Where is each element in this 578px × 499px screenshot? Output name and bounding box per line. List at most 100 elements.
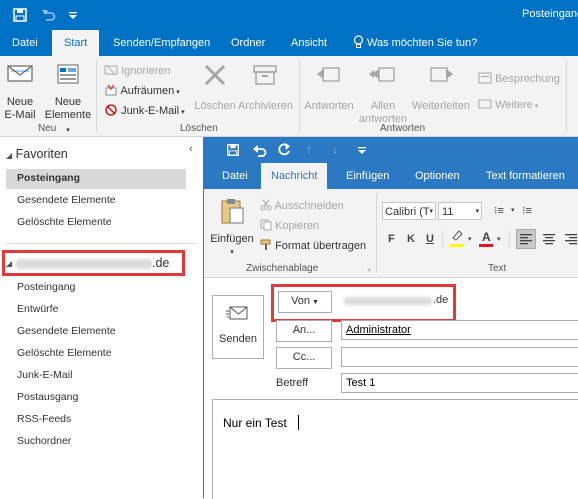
tab-label: Senden/Empfangen bbox=[113, 37, 211, 49]
folder-suchordner[interactable]: Suchordner bbox=[17, 435, 71, 447]
paste-label-text: Einfügen bbox=[210, 233, 254, 245]
collapse-pane-icon[interactable]: ‹ bbox=[189, 143, 193, 155]
ribbon-separator bbox=[299, 60, 300, 132]
subject-label: Betreff bbox=[276, 377, 309, 389]
tell-me-search[interactable]: Was möchten Sie tun? bbox=[353, 30, 477, 56]
tab-senden-empfangen[interactable]: Senden/Empfangen bbox=[113, 30, 210, 56]
customize-dropdown-icon[interactable] bbox=[68, 11, 78, 21]
to-button[interactable]: An... bbox=[276, 320, 332, 342]
favorite-item-geloeschte[interactable]: Gelöschte Elemente bbox=[17, 216, 112, 228]
folder-geloeschte[interactable]: Gelöschte Elemente bbox=[17, 347, 112, 359]
text-cursor bbox=[298, 415, 299, 430]
dropdown-arrow-icon[interactable]: ▾ bbox=[468, 235, 472, 243]
more-respond-button[interactable]: Weitere ▾ bbox=[478, 98, 538, 113]
font-name-select[interactable]: Calibri (T ▾ bbox=[382, 202, 436, 220]
previous-item-icon[interactable]: ↑ bbox=[306, 142, 312, 156]
to-field[interactable]: Administrator bbox=[341, 320, 578, 340]
body-text: Nur ein Test bbox=[223, 416, 287, 430]
paste-label: Einfügen bbox=[210, 233, 254, 246]
align-left-icon bbox=[520, 234, 532, 245]
subject-field[interactable]: Test 1 bbox=[341, 373, 578, 393]
ignore-button[interactable]: Ignorieren bbox=[104, 64, 171, 78]
italic-button[interactable]: K bbox=[407, 233, 415, 245]
format-painter-button[interactable]: Format übertragen bbox=[260, 239, 366, 253]
tab-ansicht[interactable]: Ansicht bbox=[291, 30, 327, 56]
tab-einfuegen[interactable]: Einfügen bbox=[346, 163, 389, 189]
cut-button[interactable]: Ausschneiden bbox=[260, 199, 344, 213]
bullets-icon[interactable]: ⁝≡ bbox=[494, 204, 504, 217]
new-items-label-1: Neue bbox=[54, 96, 82, 108]
forward-button[interactable]: Weiterleiten bbox=[412, 62, 470, 113]
compose-title-bar: ↑ ↓ bbox=[204, 137, 578, 163]
new-email-icon bbox=[7, 65, 33, 82]
dropdown-arrow-icon[interactable]: ▾ bbox=[497, 235, 501, 243]
folder-pane: ◢ Favoriten ‹ Posteingang Gesendete Elem… bbox=[0, 137, 203, 498]
numbering-icon[interactable]: ⁝≡ bbox=[522, 204, 532, 217]
tab-start[interactable]: Start bbox=[52, 30, 100, 56]
font-size-select[interactable]: 11 ▾ bbox=[438, 202, 482, 220]
bold-button[interactable]: F bbox=[388, 233, 395, 245]
align-center-icon[interactable] bbox=[540, 230, 558, 248]
tell-me-label: Was möchten Sie tun? bbox=[367, 37, 478, 49]
cc-button[interactable]: Cc... bbox=[276, 347, 332, 369]
new-email-label-1: Neue bbox=[6, 96, 34, 108]
junk-email-button[interactable]: Junk-E-Mail ▾ bbox=[104, 104, 185, 119]
reply-all-button[interactable]: Allen antworten bbox=[358, 62, 408, 126]
folder-postausgang[interactable]: Postausgang bbox=[17, 391, 78, 403]
cc-field[interactable] bbox=[341, 347, 578, 367]
save-icon[interactable] bbox=[12, 7, 28, 23]
folder-junk[interactable]: Junk-E-Mail bbox=[17, 369, 72, 381]
tab-datei[interactable]: Datei bbox=[222, 163, 248, 189]
tab-label: Optionen bbox=[415, 170, 460, 182]
underline-button[interactable]: U bbox=[426, 233, 434, 245]
cut-label: Ausschneiden bbox=[274, 200, 344, 212]
tab-datei[interactable]: Datei bbox=[12, 30, 38, 56]
align-right-icon[interactable] bbox=[562, 230, 578, 248]
next-item-icon[interactable]: ↓ bbox=[332, 142, 338, 156]
ignore-icon bbox=[104, 64, 118, 76]
font-color-button[interactable]: A bbox=[479, 229, 497, 249]
archive-button[interactable]: Archivieren bbox=[238, 62, 294, 113]
favorite-item-gesendete[interactable]: Gesendete Elemente bbox=[17, 194, 116, 206]
new-items-icon bbox=[57, 64, 79, 84]
send-button[interactable]: Senden bbox=[212, 295, 264, 359]
delete-button[interactable]: Löschen bbox=[194, 62, 236, 113]
format-painter-icon bbox=[260, 239, 271, 250]
dropdown-arrow-icon[interactable]: ▾ bbox=[511, 206, 515, 214]
font-color-swatch bbox=[479, 244, 493, 247]
paste-button[interactable]: Einfügen ▾ bbox=[210, 197, 254, 259]
dialog-launcher-icon[interactable]: ⌟ bbox=[367, 263, 371, 272]
highlight-box-account bbox=[2, 250, 185, 276]
folder-rss[interactable]: RSS-Feeds bbox=[17, 413, 71, 425]
tab-optionen[interactable]: Optionen bbox=[415, 163, 460, 189]
folder-entwuerfe[interactable]: Entwürfe bbox=[17, 303, 58, 315]
highlight-color-button[interactable] bbox=[450, 229, 470, 249]
meeting-button[interactable]: Besprechung bbox=[478, 72, 560, 86]
redo-icon[interactable] bbox=[276, 142, 292, 158]
font-name-value: Calibri (T bbox=[385, 206, 430, 218]
tab-text-formatieren[interactable]: Text formatieren bbox=[486, 163, 565, 189]
favorites-header[interactable]: ◢ Favoriten bbox=[6, 147, 68, 161]
cleanup-button[interactable]: Aufräumen ▾ bbox=[104, 84, 180, 99]
send-label: Senden bbox=[219, 333, 257, 345]
save-icon[interactable] bbox=[226, 143, 240, 157]
reply-button[interactable]: Antworten bbox=[304, 62, 354, 113]
ribbon-separator bbox=[96, 60, 97, 132]
tab-nachricht[interactable]: Nachricht bbox=[261, 163, 328, 189]
align-left-button[interactable] bbox=[516, 229, 536, 249]
customize-dropdown-icon[interactable] bbox=[357, 146, 367, 156]
folder-gesendete[interactable]: Gesendete Elemente bbox=[17, 325, 116, 337]
to-recipient[interactable]: Administrator bbox=[346, 324, 411, 336]
favorite-item-label: Posteingang bbox=[17, 172, 81, 184]
archive-label: Archivieren bbox=[238, 100, 294, 112]
folder-posteingang[interactable]: Posteingang bbox=[17, 281, 75, 293]
new-email-button[interactable]: Neue E-Mail bbox=[2, 62, 38, 122]
copy-button[interactable]: Kopieren bbox=[260, 219, 319, 233]
clipboard-icon bbox=[221, 199, 244, 224]
font-size-value: 11 bbox=[442, 206, 454, 218]
message-body[interactable]: Nur ein Test bbox=[212, 399, 578, 499]
tab-ordner[interactable]: Ordner bbox=[231, 30, 265, 56]
dropdown-arrow-icon: ▾ bbox=[429, 208, 433, 215]
undo-icon[interactable] bbox=[40, 7, 56, 23]
undo-icon[interactable] bbox=[252, 142, 268, 158]
